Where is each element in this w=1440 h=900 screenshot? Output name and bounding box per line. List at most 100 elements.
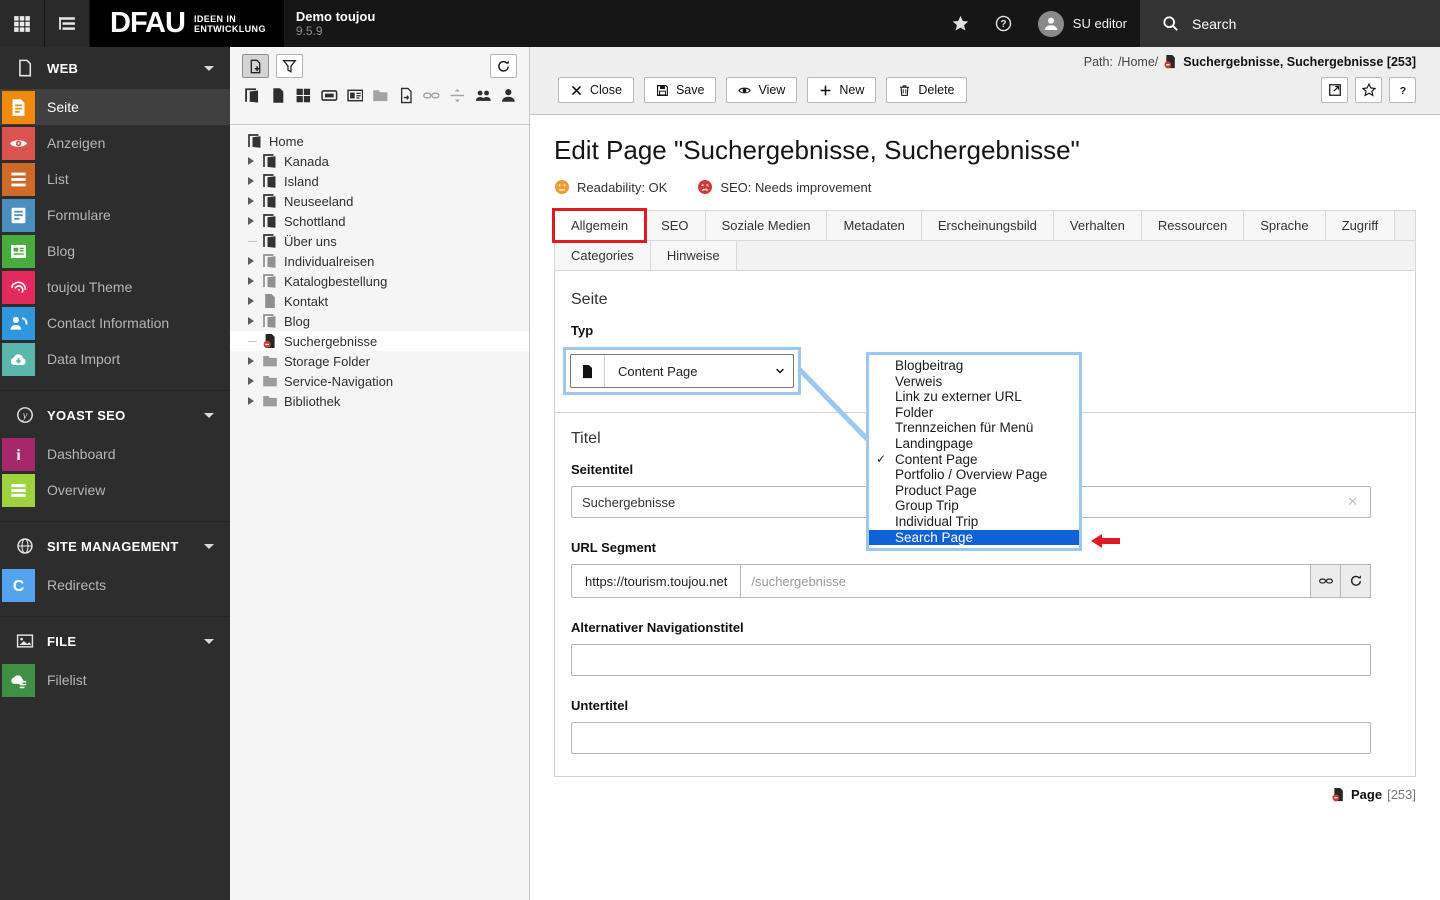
drag-new-group-icon[interactable] <box>475 87 492 104</box>
search-bar[interactable]: Search <box>1140 0 1440 47</box>
tree-node-kontakt[interactable]: Kontakt <box>230 291 529 311</box>
slug-input[interactable] <box>741 564 1311 598</box>
bookmarks-button[interactable] <box>939 0 982 47</box>
sidebar-item-toujou-theme[interactable]: toujou Theme <box>0 269 230 305</box>
drag-new-shortcut-page-icon[interactable] <box>398 87 415 104</box>
tree-node-kanada[interactable]: Kanada <box>230 151 529 171</box>
dropdown-option-folder[interactable]: Folder <box>869 405 1079 421</box>
expand-icon[interactable] <box>248 297 254 305</box>
modules-toggle-button[interactable] <box>0 0 44 47</box>
tree-node-service-navigation[interactable]: Service-Navigation <box>230 371 529 391</box>
expand-icon[interactable] <box>248 357 254 365</box>
filter-button[interactable] <box>276 54 303 78</box>
drag-new-card-page-icon[interactable] <box>346 87 364 104</box>
expand-icon[interactable] <box>248 277 254 285</box>
new-button[interactable]: New <box>807 77 877 103</box>
subtitle-input[interactable] <box>571 722 1371 754</box>
tab-hinweise[interactable]: Hinweise <box>650 241 737 270</box>
pagetree-toggle-button[interactable] <box>45 0 89 47</box>
sidebar-item-contact-information[interactable]: Contact Information <box>0 305 230 341</box>
expand-icon[interactable] <box>248 257 254 265</box>
context-help-button[interactable]: ? <box>1389 77 1416 103</box>
dropdown-option-search-page[interactable]: Search Page <box>869 529 1079 546</box>
tab-sprache[interactable]: Sprache <box>1244 211 1326 240</box>
tab-erscheinungsbild[interactable]: Erscheinungsbild <box>921 211 1054 240</box>
sidebar-item-dashboard[interactable]: i Dashboard <box>0 436 230 472</box>
expand-icon[interactable] <box>248 397 254 405</box>
drag-new-banner-page-icon[interactable] <box>321 87 338 104</box>
dropdown-option-content-page[interactable]: ✓ Content Page <box>869 452 1079 468</box>
sidebar-item-anzeigen[interactable]: Anzeigen <box>0 125 230 161</box>
imagepic-icon <box>16 632 34 650</box>
sidebar-item-seite[interactable]: Seite <box>0 89 230 125</box>
slug-recalculate-button[interactable] <box>1341 564 1371 598</box>
delete-button[interactable]: Delete <box>886 77 967 103</box>
expand-icon[interactable] <box>248 217 254 225</box>
dropdown-option-trennzeichen-f-r-men-[interactable]: Trennzeichen für Menü <box>869 420 1079 436</box>
tree-node-individualreisen[interactable]: Individualreisen <box>230 251 529 271</box>
tab-metadaten[interactable]: Metadaten <box>827 211 922 240</box>
tab-categories[interactable]: Categories <box>555 241 651 270</box>
sidebar-item-list[interactable]: List <box>0 161 230 197</box>
drag-new-folder-icon[interactable] <box>372 87 389 104</box>
sidebar-item-redirects[interactable]: C Redirects <box>0 567 230 603</box>
close-button[interactable]: Close <box>558 77 634 103</box>
tab-soziale-medien[interactable]: Soziale Medien <box>705 211 828 240</box>
new-page-button[interactable] <box>242 54 269 78</box>
sidebar-item-overview[interactable]: Overview <box>0 472 230 508</box>
sidebar-item-formulare[interactable]: Formulare <box>0 197 230 233</box>
dropdown-option-blogbeitrag[interactable]: Blogbeitrag <box>869 358 1079 374</box>
tab-seo[interactable]: SEO <box>645 211 706 240</box>
tab-ressourcen[interactable]: Ressourcen <box>1141 211 1245 240</box>
tab-verhalten[interactable]: Verhalten <box>1053 211 1142 240</box>
module-section-site-management[interactable]: SITE MANAGEMENT <box>0 525 230 567</box>
clear-input-icon[interactable]: ✕ <box>1347 494 1358 510</box>
tab-zugriff[interactable]: Zugriff <box>1325 211 1396 240</box>
tree-node-home[interactable]: Home <box>230 131 529 151</box>
tree-node-island[interactable]: Island <box>230 171 529 191</box>
refresh-tree-button[interactable] <box>490 54 517 78</box>
tree-node-storage-folder[interactable]: Storage Folder <box>230 351 529 371</box>
module-section-file[interactable]: FILE <box>0 620 230 662</box>
user-menu[interactable]: SU editor <box>1025 0 1140 47</box>
tree-node-suchergebnisse[interactable]: Suchergebnisse <box>230 331 529 351</box>
dropdown-option-link-zu-externer-url[interactable]: Link zu externer URL <box>869 389 1079 405</box>
drag-new-grid-page-icon[interactable] <box>295 87 312 104</box>
expand-icon[interactable] <box>248 157 254 165</box>
sidebar-item-data-import[interactable]: Data Import <box>0 341 230 377</box>
expand-icon[interactable] <box>248 317 254 325</box>
tab-allgemein[interactable]: Allgemein <box>552 208 648 243</box>
module-section-yoast-seo[interactable]: y YOAST SEO <box>0 394 230 436</box>
drag-new-page-icon[interactable] <box>270 87 287 104</box>
module-section-web[interactable]: WEB <box>0 47 230 89</box>
drag-new-site-icon[interactable] <box>244 87 261 104</box>
dropdown-option-group-trip[interactable]: Group Trip <box>869 498 1079 514</box>
open-new-window-button[interactable] <box>1321 77 1348 103</box>
tree-node-bibliothek[interactable]: Bibliothek <box>230 391 529 411</box>
slug-toggle-button[interactable] <box>1311 564 1341 598</box>
expand-icon[interactable] <box>248 377 254 385</box>
view-button[interactable]: View <box>726 77 798 103</box>
sidebar-item-filelist[interactable]: Filelist <box>0 662 230 698</box>
drag-new-user-icon[interactable] <box>500 87 517 104</box>
dropdown-option-verweis[interactable]: Verweis <box>869 374 1079 390</box>
dropdown-option-product-page[interactable]: Product Page <box>869 483 1079 499</box>
expand-icon[interactable] <box>248 177 254 185</box>
sidebar-item-blog[interactable]: Blog <box>0 233 230 269</box>
tree-node-blog[interactable]: Blog <box>230 311 529 331</box>
bookmark-record-button[interactable] <box>1355 77 1382 103</box>
dropdown-option-individual-trip[interactable]: Individual Trip <box>869 514 1079 530</box>
navtitle-input[interactable] <box>571 644 1371 676</box>
tree-node-neuseeland[interactable]: Neuseeland <box>230 191 529 211</box>
expand-icon[interactable] <box>248 197 254 205</box>
drag-new-divider-icon[interactable] <box>449 87 466 104</box>
tree-node-schottland[interactable]: Schottland <box>230 211 529 231</box>
dropdown-option-portfolio-overview-page[interactable]: Portfolio / Overview Page <box>869 467 1079 483</box>
tree-node-katalogbestellung[interactable]: Katalogbestellung <box>230 271 529 291</box>
help-button[interactable]: ? <box>982 0 1025 47</box>
page-type-select[interactable]: Content Page <box>570 354 794 388</box>
drag-new-link-icon[interactable] <box>423 87 441 104</box>
save-button[interactable]: Save <box>643 77 717 103</box>
dropdown-option-landingpage[interactable]: Landingpage <box>869 436 1079 452</box>
tree-node--ber-uns[interactable]: Über uns <box>230 231 529 251</box>
